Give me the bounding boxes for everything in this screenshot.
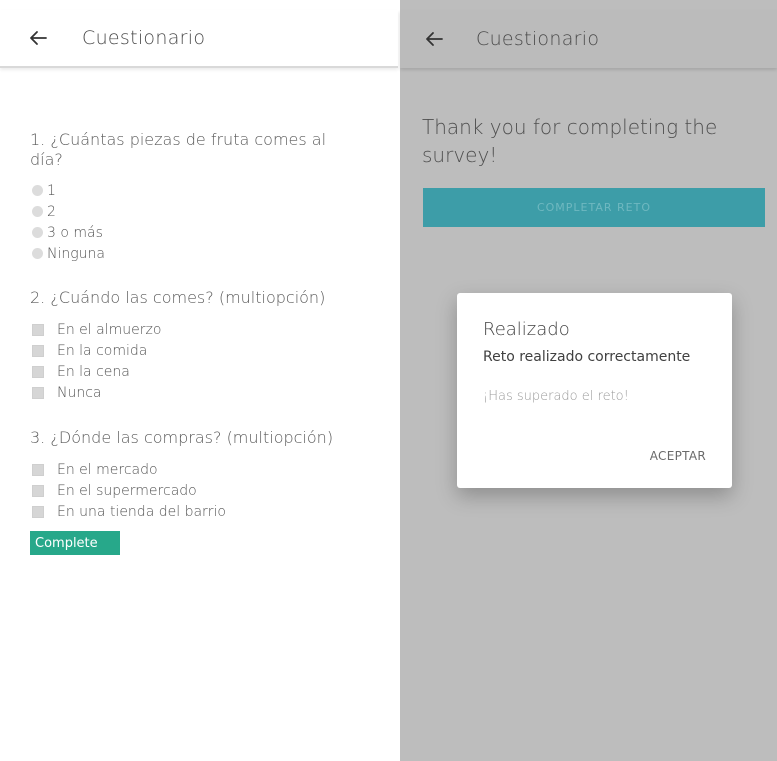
option-label: 2 (47, 203, 56, 220)
option-label: En la cena (57, 363, 130, 380)
radio-option[interactable]: 1 (30, 180, 105, 201)
app-bar: Cuestionario (400, 10, 777, 68)
radio-option[interactable]: 2 (30, 201, 105, 222)
dialog-message: Reto realizado correctamente (483, 349, 691, 365)
complete-challenge-button[interactable]: COMPLETAR RETO (423, 188, 765, 227)
radio-option[interactable]: 3 o más (30, 222, 105, 243)
radio-button[interactable] (32, 206, 43, 217)
checkbox-option[interactable]: En el almuerzo (30, 319, 161, 340)
option-label: Nunca (57, 384, 102, 401)
radio-button[interactable] (32, 227, 43, 238)
questionnaire-screen: Cuestionario 1. ¿Cuántas piezas de fruta… (0, 0, 398, 761)
question-3: 3. ¿Dónde las compras? (multiopción) (30, 428, 334, 447)
checkbox[interactable] (32, 323, 44, 336)
checkbox-option[interactable]: En el supermercado (30, 480, 226, 501)
option-label: 3 o más (47, 224, 103, 241)
question-1-options: 1 2 3 o más Ninguna (30, 180, 105, 264)
back-arrow-icon[interactable] (422, 27, 446, 51)
app-bar: Cuestionario (0, 10, 398, 68)
checkbox[interactable] (32, 463, 44, 476)
thank-you-message: Thank you for completing the survey! (422, 115, 718, 167)
checkbox-option[interactable]: En la comida (30, 340, 161, 361)
option-label: En una tienda del barrio (57, 503, 226, 520)
checkbox[interactable] (32, 365, 44, 378)
question-1: 1. ¿Cuántas piezas de fruta comes al día… (30, 130, 327, 169)
radio-option[interactable]: Ninguna (30, 243, 105, 264)
question-2-options: En el almuerzo En la comida En la cena N… (30, 319, 161, 403)
checkbox-option[interactable]: Nunca (30, 382, 161, 403)
checkbox[interactable] (32, 344, 44, 357)
back-arrow-icon[interactable] (26, 26, 50, 50)
success-dialog: Realizado Reto realizado correctamente ¡… (457, 293, 732, 488)
completion-screen: Cuestionario Thank you for completing th… (400, 0, 777, 761)
option-label: En el supermercado (57, 482, 197, 499)
radio-button[interactable] (32, 248, 43, 259)
checkbox[interactable] (32, 386, 44, 399)
checkbox[interactable] (32, 505, 44, 518)
checkbox-option[interactable]: En la cena (30, 361, 161, 382)
option-label: En la comida (57, 342, 148, 359)
complete-button[interactable]: Complete (30, 531, 120, 555)
accept-button[interactable]: ACEPTAR (650, 449, 706, 463)
option-label: 1 (47, 182, 56, 199)
checkbox-option[interactable]: En el mercado (30, 459, 226, 480)
checkbox[interactable] (32, 484, 44, 497)
dialog-sub-message: ¡Has superado el reto! (483, 389, 629, 404)
dialog-title: Realizado (483, 319, 570, 340)
question-2: 2. ¿Cuándo las comes? (multiopción) (30, 288, 326, 307)
option-label: En el mercado (57, 461, 158, 478)
checkbox-option[interactable]: En una tienda del barrio (30, 501, 226, 522)
option-label: En el almuerzo (57, 321, 162, 338)
question-3-options: En el mercado En el supermercado En una … (30, 459, 226, 522)
app-bar-title: Cuestionario (82, 27, 206, 49)
radio-button[interactable] (32, 185, 43, 196)
app-bar-title: Cuestionario (476, 28, 600, 50)
option-label: Ninguna (47, 245, 105, 262)
